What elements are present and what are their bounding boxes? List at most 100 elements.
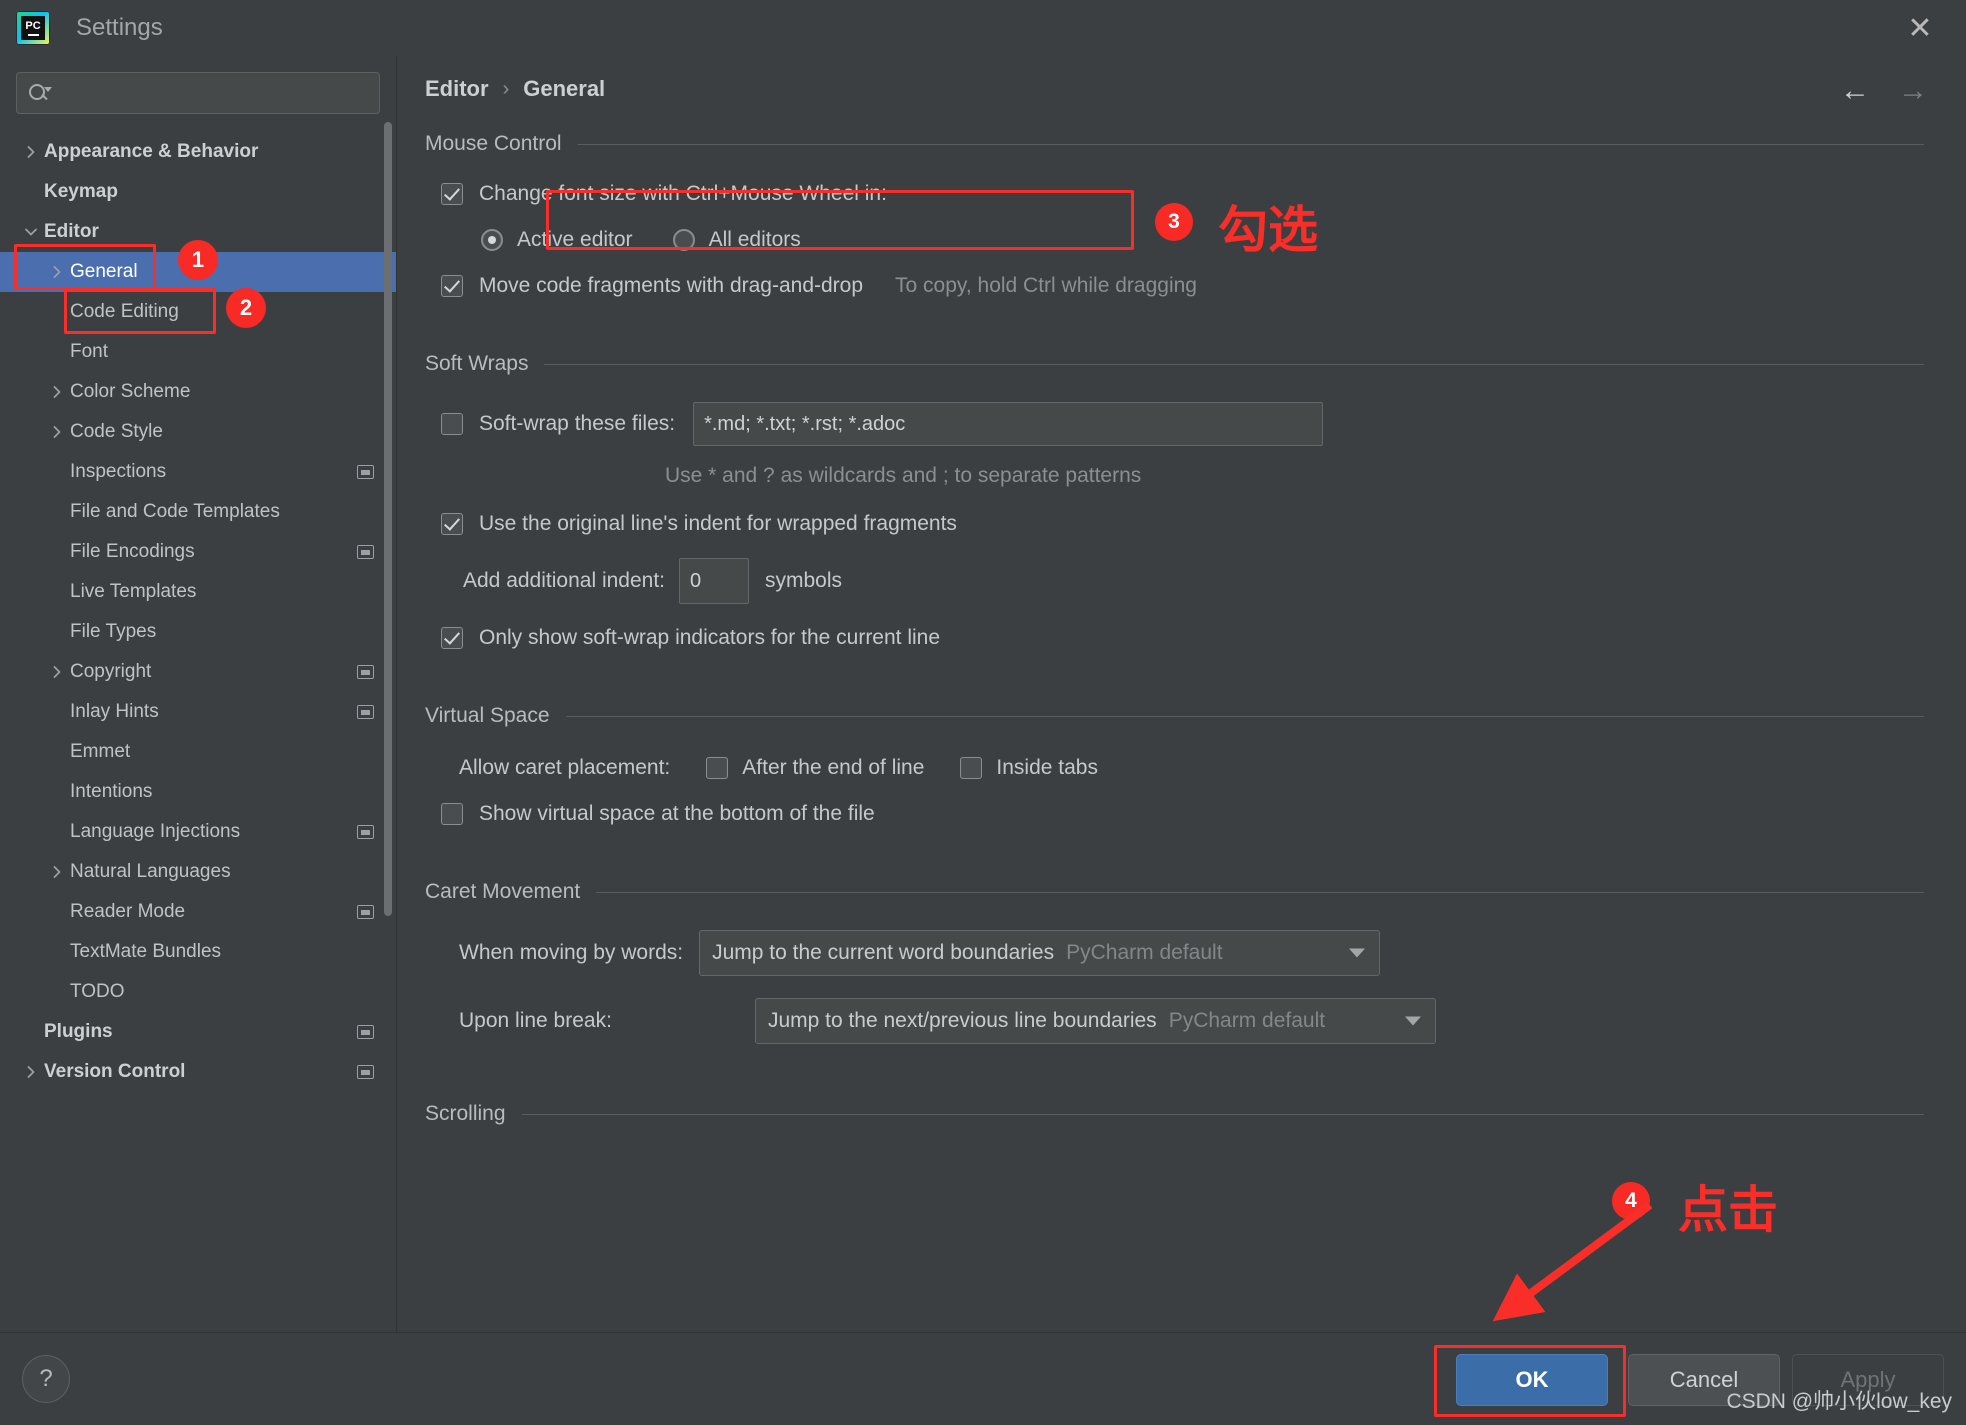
sidebar-item-code-editing[interactable]: Code Editing	[0, 292, 396, 332]
project-scope-icon	[357, 1025, 374, 1039]
pycharm-logo-icon: PC	[16, 11, 50, 45]
forward-arrow-icon[interactable]: →	[1898, 76, 1928, 106]
sidebar-item-label: File and Code Templates	[70, 501, 280, 522]
sidebar-item-file-and-code-templates[interactable]: File and Code Templates	[0, 492, 396, 532]
inside-tabs-label: Inside tabs	[996, 756, 1098, 779]
original-indent-row[interactable]: Use the original line's indent for wrapp…	[441, 512, 1952, 536]
sidebar-item-language-injections[interactable]: Language Injections	[0, 812, 396, 852]
sidebar-item-file-types[interactable]: File Types	[0, 612, 396, 652]
sidebar-item-plugins[interactable]: Plugins	[0, 1012, 396, 1052]
chevron-right-icon[interactable]	[44, 665, 70, 679]
project-scope-icon	[357, 665, 374, 679]
moving-by-words-label: When moving by words:	[459, 941, 684, 964]
sidebar-item-editor[interactable]: Editor	[0, 212, 396, 252]
pycharm-logo-underscore	[27, 33, 39, 36]
settings-content: Mouse Control Change font size with Ctrl…	[397, 118, 1952, 1333]
project-scope-icon	[357, 545, 374, 559]
window-title: Settings	[76, 14, 163, 41]
sidebar-item-appearance-behavior[interactable]: Appearance & Behavior	[0, 132, 396, 172]
sidebar-item-general[interactable]: General	[0, 252, 396, 292]
sidebar-item-label: Natural Languages	[70, 861, 231, 882]
original-indent-label: Use the original line's indent for wrapp…	[479, 512, 957, 535]
moving-by-words-default: PyCharm default	[1066, 941, 1223, 964]
sidebar-scrollbar[interactable]	[384, 122, 392, 916]
sidebar-item-file-encodings[interactable]: File Encodings	[0, 532, 396, 572]
close-icon[interactable]: ✕	[1898, 6, 1942, 50]
drag-and-drop-row[interactable]: Move code fragments with drag-and-drop T…	[441, 274, 1952, 298]
chevron-right-icon[interactable]	[44, 425, 70, 439]
drag-and-drop-checkbox[interactable]	[441, 275, 463, 297]
sidebar-item-natural-languages[interactable]: Natural Languages	[0, 852, 396, 892]
radio-active-editor[interactable]	[481, 229, 503, 251]
sidebar-item-inspections[interactable]: Inspections	[0, 452, 396, 492]
change-font-size-row[interactable]: Change font size with Ctrl+Mouse Wheel i…	[441, 182, 1952, 206]
chevron-right-icon[interactable]	[18, 145, 44, 159]
back-arrow-icon[interactable]: ←	[1840, 76, 1870, 106]
moving-by-words-dropdown[interactable]: Jump to the current word boundaries PyCh…	[699, 930, 1381, 976]
breadcrumb-root[interactable]: Editor	[425, 76, 489, 102]
dialog-footer: ? OK Cancel Apply CSDN @帅小伙low_key	[0, 1332, 1966, 1425]
project-scope-icon	[357, 825, 374, 839]
section-divider	[577, 143, 1924, 145]
additional-indent-input[interactable]	[679, 558, 749, 604]
project-scope-icon	[357, 465, 374, 479]
section-caret-movement-header: Caret Movement	[425, 866, 1924, 904]
moving-by-words-value: Jump to the current word boundaries	[712, 941, 1055, 964]
upon-line-break-label: Upon line break:	[459, 1009, 612, 1032]
only-current-line-checkbox[interactable]	[441, 627, 463, 649]
search-box[interactable]	[16, 72, 380, 114]
only-current-line-row[interactable]: Only show soft-wrap indicators for the c…	[441, 626, 1952, 650]
section-virtual-space-header: Virtual Space	[425, 690, 1924, 728]
show-virtual-space-checkbox[interactable]	[441, 803, 463, 825]
upon-line-break-dropdown[interactable]: Jump to the next/previous line boundarie…	[754, 998, 1436, 1044]
settings-dialog: PC Settings ✕ Appearance & Behavior Keyma…	[0, 0, 1966, 1425]
help-button[interactable]: ?	[22, 1355, 70, 1403]
change-font-size-checkbox[interactable]	[441, 183, 463, 205]
radio-all-editors[interactable]	[672, 229, 695, 251]
chevron-down-icon[interactable]	[18, 225, 44, 239]
sidebar-item-emmet[interactable]: Emmet	[0, 732, 396, 772]
sidebar-item-live-templates[interactable]: Live Templates	[0, 572, 396, 612]
sidebar-item-label: Plugins	[44, 1021, 113, 1042]
change-font-size-label: Change font size with Ctrl+Mouse Wheel i…	[479, 182, 887, 205]
sidebar-item-label: Reader Mode	[70, 901, 186, 922]
upon-line-break-default: PyCharm default	[1168, 1009, 1326, 1032]
soft-wrap-files-label: Soft-wrap these files:	[479, 412, 676, 435]
sidebar-item-label: Keymap	[44, 181, 118, 202]
section-divider	[521, 1113, 1924, 1115]
sidebar-item-label: Live Templates	[70, 581, 197, 602]
sidebar-item-keymap[interactable]: Keymap	[0, 172, 396, 212]
additional-indent-suffix: symbols	[765, 569, 843, 592]
sidebar-item-font[interactable]: Font	[0, 332, 396, 372]
search-input[interactable]	[53, 83, 369, 103]
after-end-of-line-checkbox[interactable]	[706, 757, 729, 779]
soft-wrap-files-input[interactable]	[693, 402, 1324, 446]
sidebar-item-label: Language Injections	[70, 821, 241, 842]
chevron-right-icon[interactable]	[44, 265, 70, 279]
section-title: Caret Movement	[425, 880, 581, 903]
sidebar-item-version-control[interactable]: Version Control	[0, 1052, 396, 1092]
sidebar-item-intentions[interactable]: Intentions	[0, 772, 396, 812]
caret-placement-label: Allow caret placement:	[459, 756, 671, 779]
sidebar-item-reader-mode[interactable]: Reader Mode	[0, 892, 396, 932]
original-indent-checkbox[interactable]	[441, 513, 463, 535]
sidebar-item-textmate-bundles[interactable]: TextMate Bundles	[0, 932, 396, 972]
chevron-right-icon[interactable]	[18, 1065, 44, 1079]
chevron-right-icon[interactable]	[44, 865, 70, 879]
radio-active-editor-label: Active editor	[517, 228, 633, 251]
settings-tree: Appearance & Behavior Keymap Editor General…	[0, 132, 396, 1092]
project-scope-icon	[357, 905, 374, 919]
soft-wrap-files-checkbox[interactable]	[441, 413, 463, 435]
sidebar-item-copyright[interactable]: Copyright	[0, 652, 396, 692]
chevron-right-icon[interactable]	[44, 385, 70, 399]
sidebar-item-color-scheme[interactable]: Color Scheme	[0, 372, 396, 412]
inside-tabs-checkbox[interactable]	[960, 757, 983, 779]
show-virtual-space-row[interactable]: Show virtual space at the bottom of the …	[441, 802, 1952, 826]
ok-button[interactable]: OK	[1456, 1354, 1608, 1406]
sidebar-item-label: Intentions	[70, 781, 153, 802]
sidebar-item-inlay-hints[interactable]: Inlay Hints	[0, 692, 396, 732]
font-size-scope-row: Active editor All editors	[481, 228, 1952, 252]
after-end-of-line-label: After the end of line	[742, 756, 925, 779]
sidebar-item-todo[interactable]: TODO	[0, 972, 396, 1012]
sidebar-item-code-style[interactable]: Code Style	[0, 412, 396, 452]
